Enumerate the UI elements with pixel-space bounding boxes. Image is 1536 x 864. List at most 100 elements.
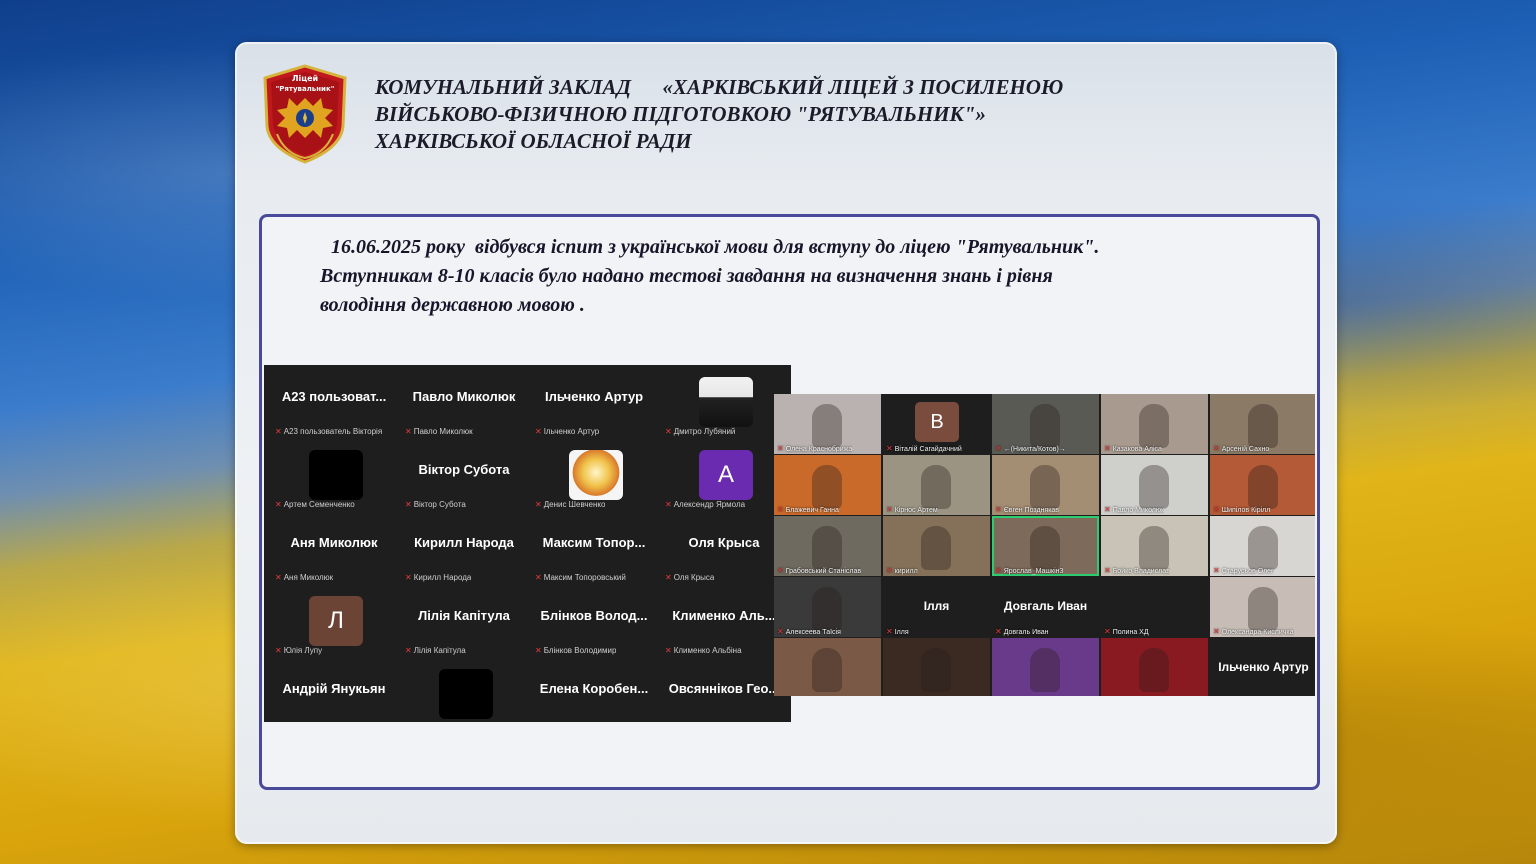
participant-name: Павло Миколюк	[412, 389, 516, 404]
participant-name: Блінков Волод...	[540, 608, 648, 623]
mic-muted-icon: ✕	[665, 500, 672, 509]
video-tile: ✕ Олександра Кисличка	[1210, 577, 1315, 637]
mic-muted-icon: ✕	[1213, 505, 1220, 514]
mic-muted-icon: ✕	[665, 646, 672, 655]
participant-caption-text: Полина ХД	[1112, 629, 1149, 636]
participant-caption: ✕ Ільченко Артур	[535, 427, 599, 436]
announcement-text: 16.06.2025 року відбувся іспит з українс…	[320, 233, 1286, 320]
participant-caption-text: Алексендр Ярмола	[673, 500, 746, 509]
participant-avatar	[439, 669, 493, 719]
participant-caption-text: Артем Семенченко	[283, 500, 355, 509]
video-tile: ✕ Казакова Аліса	[1101, 394, 1208, 454]
video-tile	[774, 638, 881, 696]
participant-tile: Віктор Субота ✕ Віктор Субота	[399, 438, 529, 511]
participant-name: Ілля	[923, 599, 950, 613]
participant-caption-text: Кирилл Народа	[413, 573, 472, 582]
video-tile: ✕ Блажевич Ганна	[774, 455, 881, 515]
video-tile	[1101, 638, 1208, 696]
participant-caption: ✕ Дмитро Лубяний	[665, 427, 735, 436]
participant-caption: ✕ Євген Позднякав	[995, 505, 1059, 514]
participant-name: Овсянніков Гео...	[668, 681, 780, 696]
participant-tile: Максим Топор... ✕ Максим Топоровський	[529, 511, 659, 584]
mic-muted-icon: ✕	[405, 427, 412, 436]
mic-muted-icon: ✕	[886, 566, 893, 575]
mic-muted-icon: ✕	[1104, 627, 1111, 636]
participant-caption-text: А23 пользователь Вікторія	[283, 427, 383, 436]
participant-avatar: Л	[309, 596, 363, 646]
participant-caption-text: кирилл	[894, 568, 918, 575]
video-feed	[812, 404, 842, 448]
participant-name: Ільченко Артур	[544, 389, 644, 404]
participant-caption: ✕ Казакова Аліса	[1104, 444, 1162, 453]
video-feed	[1030, 404, 1060, 448]
participant-caption: ✕ Максим Топоровський	[535, 573, 626, 582]
participant-name: Максим Топор...	[542, 535, 646, 550]
participant-caption: ✕ Артем Семенченко	[275, 500, 355, 509]
participant-caption: ✕ Олена Краснобрижа	[777, 444, 852, 453]
participant-caption: ✕ Віталій Сагайдачний	[886, 444, 962, 453]
participant-caption: ✕ Старусьов Олег	[1213, 566, 1274, 575]
video-feed	[921, 465, 951, 509]
participant-caption-text: Ільченко Артур	[543, 427, 600, 436]
svg-text:"Рятувальник": "Рятувальник"	[276, 85, 335, 93]
participant-caption: ✕ Павло Миколюк	[1104, 505, 1164, 514]
svg-text:Ліцей: Ліцей	[292, 73, 318, 83]
mic-muted-icon: ✕	[777, 444, 784, 453]
mic-muted-icon: ✕	[405, 573, 412, 582]
mic-muted-icon: ✕	[275, 646, 282, 655]
video-tile: ✕ Грабовський Станіслав	[774, 516, 881, 576]
announcement-line-1: 16.06.2025 року відбувся іспит з українс…	[326, 236, 1100, 258]
participant-caption-text: Аня Миколюк	[283, 573, 334, 582]
school-name-line-2: ВІЙСЬКОВО-ФІЗИЧНОЮ ПІДГОТОВКОЮ "РЯТУВАЛЬ…	[375, 102, 986, 126]
participant-tile: Павло Миколюк ✕ Павло Миколюк	[399, 365, 529, 438]
participant-caption-text: Олександра Кисличка	[1221, 629, 1294, 636]
video-tile	[883, 638, 990, 696]
participant-avatar	[309, 450, 363, 500]
participant-caption-text: Блажевич Ганна	[785, 507, 839, 514]
video-feed	[1248, 465, 1278, 509]
mic-muted-icon: ✕	[535, 427, 542, 436]
participant-caption-text: Алексеева Таїсія	[785, 629, 841, 636]
participant-caption-text: Кірнос Артем	[894, 507, 938, 514]
mic-muted-icon: ✕	[1104, 505, 1111, 514]
participant-caption-text: Клименко Альбіна	[673, 646, 742, 655]
participant-caption: ✕ Ілля	[886, 627, 909, 636]
video-tile: ✕ Кірнос Артем	[883, 455, 990, 515]
participant-caption-text: Ярослав_Машкін3	[1003, 568, 1064, 575]
announcement-frame: 16.06.2025 року відбувся іспит з українс…	[259, 214, 1320, 790]
participant-caption-text: Юлія Лупу	[283, 646, 323, 655]
participant-caption-text: Довгаль Иван	[1003, 629, 1049, 636]
participant-caption: ✕ кирилл	[886, 566, 918, 575]
participant-caption-text: Бойко Владислав	[1112, 568, 1170, 575]
participant-tile: Кирилл Народа ✕ Кирилл Народа	[399, 511, 529, 584]
video-tile: Ільченко Артур	[1210, 638, 1315, 696]
video-feed	[1139, 404, 1169, 448]
mic-muted-icon: ✕	[1104, 444, 1111, 453]
participant-caption: ✕ ←(Никита/Котов)→	[995, 444, 1066, 453]
participant-caption-text: Павло Миколюк	[413, 427, 473, 436]
participant-caption-text: Оля Крыса	[673, 573, 715, 582]
participant-caption-text: Павло Миколюк	[1112, 507, 1165, 514]
video-tile: ✕ Полина ХД	[1101, 577, 1208, 637]
participant-caption: ✕ Довгаль Иван	[995, 627, 1049, 636]
video-tile: ✕ Ярослав_Машкін3	[992, 516, 1099, 576]
participant-tile: Елена Коробен...	[529, 657, 659, 722]
participant-caption-text: Денис Шевченко	[543, 500, 606, 509]
participant-caption: ✕ Олександра Кисличка	[1213, 627, 1294, 636]
participant-tile: Л ✕ Юлія Лупу	[269, 584, 399, 657]
video-tile: ✕ Шипілов Кірілл	[1210, 455, 1315, 515]
video-feed	[1030, 526, 1060, 570]
participant-caption-text: Віталій Сагайдачний	[894, 446, 962, 453]
participant-tile: Ільченко Артур ✕ Ільченко Артур	[529, 365, 659, 438]
participant-caption-text: Блінков Володимир	[543, 646, 617, 655]
video-tile: Ілля ✕ Ілля	[883, 577, 990, 637]
video-tile: ✕ Євген Позднякав	[992, 455, 1099, 515]
participant-caption: ✕ Алексеева Таїсія	[777, 627, 841, 636]
participant-caption-text: Старусьов Олег	[1221, 568, 1274, 575]
participant-caption-text: Максим Топоровський	[543, 573, 626, 582]
mic-muted-icon: ✕	[405, 646, 412, 655]
video-tile	[992, 638, 1099, 696]
video-feed	[1030, 648, 1060, 692]
video-feed	[1248, 404, 1278, 448]
participant-caption: ✕ Алексендр Ярмола	[665, 500, 745, 509]
